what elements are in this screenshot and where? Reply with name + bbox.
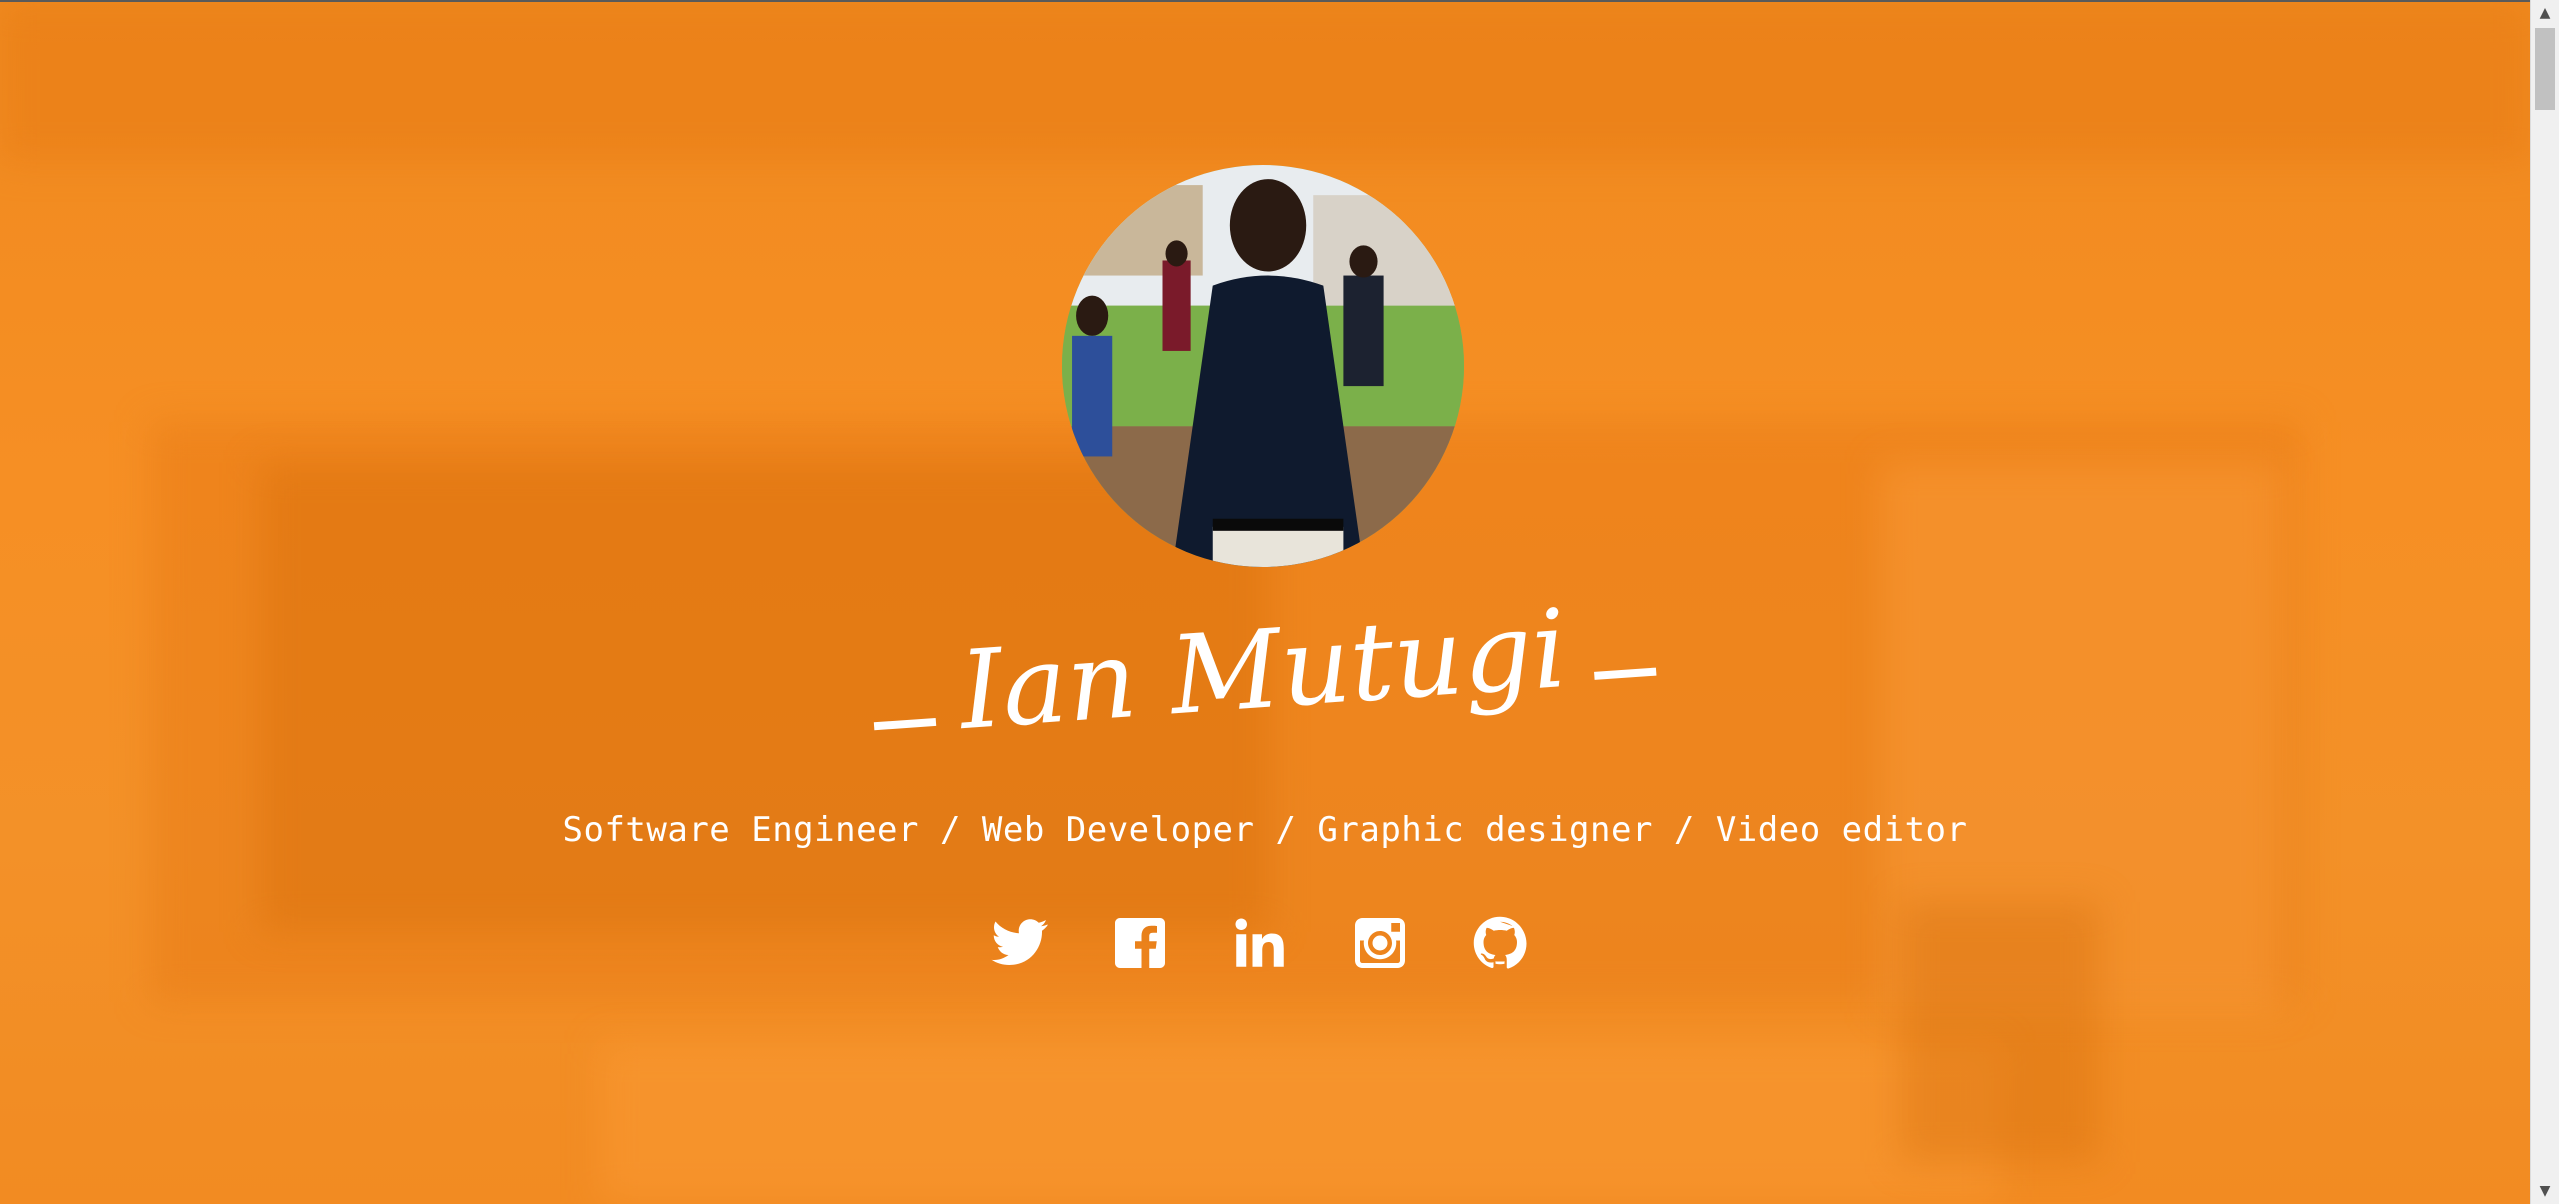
instagram-link[interactable] — [1345, 908, 1415, 978]
background-blur — [0, 2, 2530, 162]
facebook-link[interactable] — [1105, 908, 1175, 978]
scroll-down-arrow-icon[interactable]: ▼ — [2531, 1178, 2559, 1204]
avatar — [1062, 165, 1464, 567]
linkedin-link[interactable] — [1225, 908, 1295, 978]
scroll-up-arrow-icon[interactable]: ▲ — [2531, 0, 2559, 26]
twitter-icon — [991, 919, 1048, 965]
page-scrollbar[interactable]: ▲ ▼ — [2530, 0, 2559, 1204]
background-blur — [600, 1042, 2000, 1202]
avatar-photo — [1062, 165, 1464, 567]
linkedin-icon — [1235, 918, 1284, 967]
instagram-icon — [1355, 918, 1405, 968]
social-links — [985, 908, 1585, 978]
background-blur — [1900, 902, 2100, 1162]
profile-tagline: Software Engineer / Web Developer / Grap… — [562, 810, 1968, 850]
scrollbar-thumb[interactable] — [2535, 28, 2555, 110]
name-dash-right — [1593, 667, 1657, 680]
github-icon — [1473, 916, 1527, 969]
github-link[interactable] — [1465, 908, 1535, 978]
twitter-link[interactable] — [985, 908, 1055, 978]
hero-section: Ian Mutugi Software Engineer / Web Devel… — [0, 0, 2530, 1204]
facebook-icon — [1115, 918, 1165, 968]
name-dash-left — [873, 717, 937, 730]
